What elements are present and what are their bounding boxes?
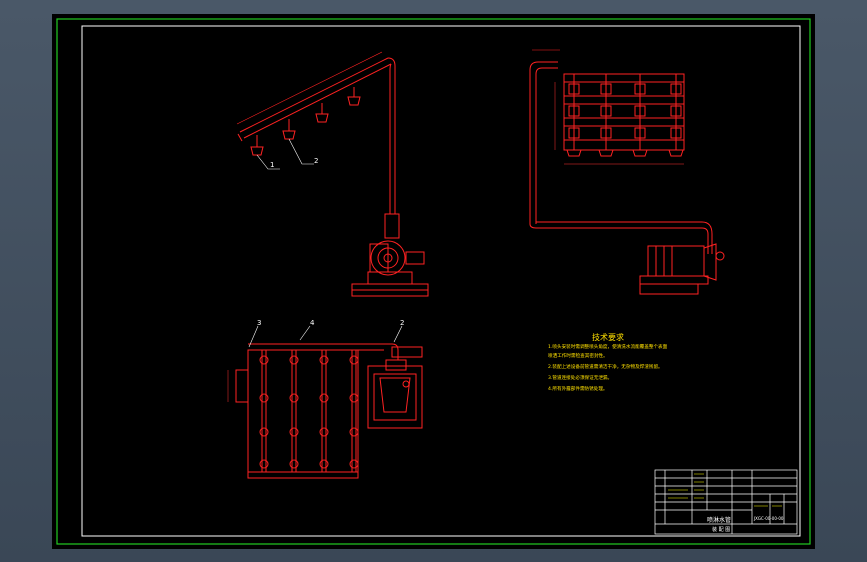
view1-leaders (256, 138, 314, 170)
view-plan-layout (235, 343, 423, 479)
drawing-type: 装 配 图 (712, 526, 730, 533)
callout-2: 2 (314, 157, 318, 165)
drawing-number: JXGC-00-00-00 (753, 516, 784, 521)
title-block-fill (668, 473, 782, 507)
spray-nozzle (315, 103, 329, 123)
drawing-sheet: 1 2 3 4 2 技术要求 1.喷头安装时需调整喷头角度，使清洗水流能覆盖整个… (52, 14, 815, 549)
spray-nozzle (282, 119, 296, 140)
callout-1: 1 (270, 161, 274, 169)
view-inclined-spray-assembly (236, 51, 429, 297)
cad-viewport[interactable]: 1 2 3 4 2 技术要求 1.喷头安装时需调整喷头角度，使清洗水流能覆盖整个… (0, 0, 867, 562)
technical-notes: 技术要求 1.喷头安装时需调整喷头角度，使清洗水流能覆盖整个表面 喷洒工作时需检… (548, 332, 668, 392)
tech-note-line: 4.所有外露部件需防锈处理。 (548, 385, 608, 392)
outer-green-border (56, 18, 811, 545)
engineering-drawing: 1 2 3 4 2 技术要求 1.喷头安装时需调整喷头角度，使清洗水流能覆盖整个… (56, 18, 811, 545)
callout-3: 3 (257, 319, 261, 327)
tech-note-line: 喷洒工作时需检查其密封性。 (548, 352, 608, 359)
tech-notes-heading: 技术要求 (592, 332, 624, 342)
plan-nozzles (259, 355, 359, 469)
spray-nozzle (347, 87, 361, 106)
callout-2b: 2 (400, 319, 404, 327)
tech-note-line: 3.管道连接处必须保证无泄漏。 (548, 374, 612, 381)
pump-top-view (367, 359, 423, 429)
drawing-frame (81, 25, 801, 537)
pump-side-view (351, 213, 429, 297)
part-name: 喷淋水管 (707, 516, 731, 524)
tech-note-line: 1.喷头安装时需调整喷头角度，使清洗水流能覆盖整个表面 (548, 343, 668, 350)
spray-nozzle (250, 135, 264, 156)
motor-pump-side-view (639, 243, 725, 295)
view-nozzle-rack-assembly (529, 49, 725, 295)
tech-note-line: 2.装配上述设备前管道需清洁干净，无杂物及焊渣残留。 (548, 363, 663, 370)
title-block (654, 469, 798, 535)
callout-4: 4 (310, 319, 315, 327)
rack-nozzles (566, 83, 684, 157)
